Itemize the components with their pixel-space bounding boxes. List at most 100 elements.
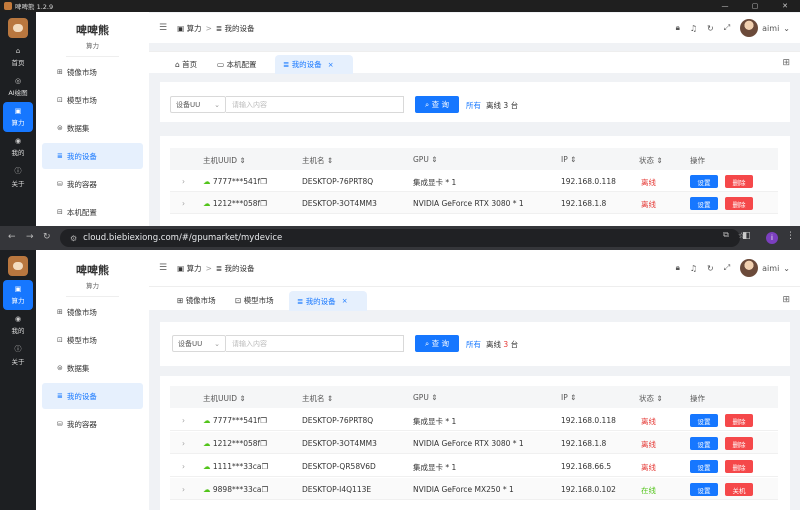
search-field-select[interactable]: 设备UU ⌄ (172, 335, 226, 352)
info-icon: ⓘ (14, 167, 22, 175)
submenu-item-dataset[interactable]: ⊜ 数据集 (42, 355, 143, 381)
fullscreen-icon[interactable]: ⤢ (724, 263, 730, 273)
profile-avatar[interactable]: i (766, 232, 778, 244)
col-hostname[interactable]: 主机名 ⇕ (302, 393, 333, 404)
nav-item-about[interactable]: ⓘ 关于 (0, 340, 36, 370)
submenu-item-my-containers[interactable]: ⛁ 我的容器 (42, 171, 143, 197)
grid-view-icon[interactable]: ⊞ (782, 58, 790, 68)
submenu-item-my-containers[interactable]: ⛁ 我的容器 (42, 411, 143, 437)
submenu-item-image-market[interactable]: ⊞ 镜像市场 (42, 59, 143, 85)
refresh-icon[interactable]: ↻ (707, 24, 714, 33)
col-gpu[interactable]: GPU ⇕ (413, 393, 438, 402)
search-button[interactable]: ⌕ 查 询 (415, 96, 459, 113)
sidepanel-icon[interactable]: ◧ (742, 231, 751, 241)
chevron-down-icon[interactable]: ⌄ (783, 264, 790, 273)
avatar[interactable] (740, 259, 759, 277)
col-uuid[interactable]: 主机UUID ⇕ (203, 393, 246, 404)
user-name[interactable]: aimi (762, 264, 779, 273)
search-input[interactable]: 请输入内容 (226, 96, 404, 113)
expand-icon[interactable]: › (182, 485, 185, 494)
search-button[interactable]: ⌕ 查 询 (415, 335, 459, 352)
nav-item-about[interactable]: ⓘ 关于 (0, 162, 36, 192)
expand-icon[interactable]: › (182, 177, 185, 186)
search-input[interactable]: 请输入内容 (226, 335, 404, 352)
install-app-icon[interactable]: ⧉ (723, 230, 729, 240)
col-status[interactable]: 状态 ⇕ (639, 155, 663, 166)
tab-image-market[interactable]: ⊞ 镜像市场 (169, 291, 224, 310)
settings-button[interactable]: 设置 (690, 197, 718, 210)
tab-my-devices[interactable]: ≣ 我的设备 × (275, 55, 353, 74)
col-ip[interactable]: IP ⇕ (561, 155, 576, 164)
grid-view-icon[interactable]: ⊞ (782, 295, 790, 305)
col-ip[interactable]: IP ⇕ (561, 393, 576, 402)
lock-icon[interactable]: 🔒︎ (676, 263, 680, 273)
submenu-item-my-devices[interactable]: ≣ 我的设备 (42, 383, 143, 409)
cloud-icon: ☁︎ (203, 439, 211, 448)
shutdown-button[interactable]: 关机 (725, 483, 753, 496)
col-status[interactable]: 状态 ⇕ (639, 393, 663, 404)
site-info-icon[interactable]: ⚙︎ (70, 234, 77, 243)
search-field-select[interactable]: 设备UU ⌄ (170, 96, 226, 113)
col-hostname[interactable]: 主机名 ⇕ (302, 155, 333, 166)
maximize-icon[interactable]: ▢ (740, 0, 770, 12)
submenu-item-dataset[interactable]: ⊜ 数据集 (42, 115, 143, 141)
nav-item-home[interactable]: ⌂ 首页 (0, 42, 36, 72)
breadcrumb-root[interactable]: 算力 (187, 263, 202, 274)
tab-model-market[interactable]: ⊡ 模型市场 (227, 291, 282, 310)
browser-menu-icon[interactable]: ⋮ (786, 231, 795, 241)
refresh-icon[interactable]: ↻ (707, 264, 714, 273)
delete-button[interactable]: 删除 (725, 197, 753, 210)
filter-all-link[interactable]: 所有 (466, 100, 481, 111)
user-name[interactable]: aimi (762, 24, 779, 33)
settings-button[interactable]: 设置 (690, 175, 718, 188)
chevron-down-icon[interactable]: ⌄ (783, 24, 790, 33)
expand-icon[interactable]: › (182, 199, 185, 208)
avatar[interactable] (740, 19, 759, 37)
col-uuid[interactable]: 主机UUID ⇕ (203, 155, 246, 166)
nav-item-ai-draw[interactable]: ◎ AI绘图 (0, 72, 36, 102)
menu-toggle-icon[interactable]: ☰ (159, 263, 167, 273)
submenu-item-model-market[interactable]: ⊡ 模型市场 (42, 87, 143, 113)
submenu-item-local-config[interactable]: ⊟ 本机配置 (42, 199, 143, 225)
nav-item-mine[interactable]: ◉ 我的 (0, 310, 36, 340)
expand-icon[interactable]: › (182, 439, 185, 448)
delete-button[interactable]: 删除 (725, 175, 753, 188)
submenu-item-model-market[interactable]: ⊡ 模型市场 (42, 327, 143, 353)
forward-icon[interactable]: → (26, 232, 34, 242)
nav-item-mine[interactable]: ◉ 我的 (0, 132, 36, 162)
reload-icon[interactable]: ↻ (43, 232, 51, 242)
delete-button[interactable]: 删除 (725, 414, 753, 427)
back-icon[interactable]: ← (8, 232, 16, 242)
expand-icon[interactable]: › (182, 462, 185, 471)
tab-home[interactable]: ⌂ 首页 (167, 55, 205, 74)
settings-button[interactable]: 设置 (690, 437, 718, 450)
nav-item-compute[interactable]: ▣ 算力 (3, 102, 33, 132)
breadcrumb-root[interactable]: 算力 (187, 23, 202, 34)
tab-my-devices[interactable]: ≣ 我的设备 × (289, 291, 367, 311)
nav-item-compute[interactable]: ▣ 算力 (3, 280, 33, 310)
close-icon[interactable]: ✕ (770, 0, 800, 12)
settings-button[interactable]: 设置 (690, 460, 718, 473)
settings-button[interactable]: 设置 (690, 483, 718, 496)
address-bar[interactable]: ⚙︎ cloud.biebiexiong.com/#/gpumarket/myd… (60, 229, 740, 247)
menu-toggle-icon[interactable]: ☰ (159, 23, 167, 33)
lock-icon[interactable]: 🔒︎ (676, 23, 680, 33)
submenu-item-image-market[interactable]: ⊞ 镜像市场 (42, 299, 143, 325)
settings-button[interactable]: 设置 (690, 414, 718, 427)
bell-icon[interactable]: ♫︎ (690, 24, 697, 33)
col-gpu[interactable]: GPU ⇕ (413, 155, 438, 164)
delete-button[interactable]: 删除 (725, 437, 753, 450)
top-header: ☰ ▣ 算力 > ≣ 我的设备 🔒︎ ♫︎ ↻ ⤢ aimi ⌄ (149, 250, 800, 286)
model-icon: ⊡ (235, 296, 242, 305)
fullscreen-icon[interactable]: ⤢ (724, 23, 730, 33)
submenu-item-my-devices[interactable]: ≣ 我的设备 (42, 143, 143, 169)
tab-local-config[interactable]: ▭ 本机配置 (209, 55, 264, 74)
close-tab-icon[interactable]: × (342, 297, 348, 305)
minimize-icon[interactable]: — (710, 0, 740, 12)
expand-icon[interactable]: › (182, 416, 185, 425)
bell-icon[interactable]: ♫︎ (690, 264, 697, 273)
filter-all-link[interactable]: 所有 (466, 339, 481, 350)
close-tab-icon[interactable]: × (328, 61, 334, 69)
delete-button[interactable]: 删除 (725, 460, 753, 473)
device-table-top: 主机UUID ⇕ 主机名 ⇕ GPU ⇕ IP ⇕ 状态 ⇕ 操作 › ☁︎ 7… (160, 136, 790, 226)
